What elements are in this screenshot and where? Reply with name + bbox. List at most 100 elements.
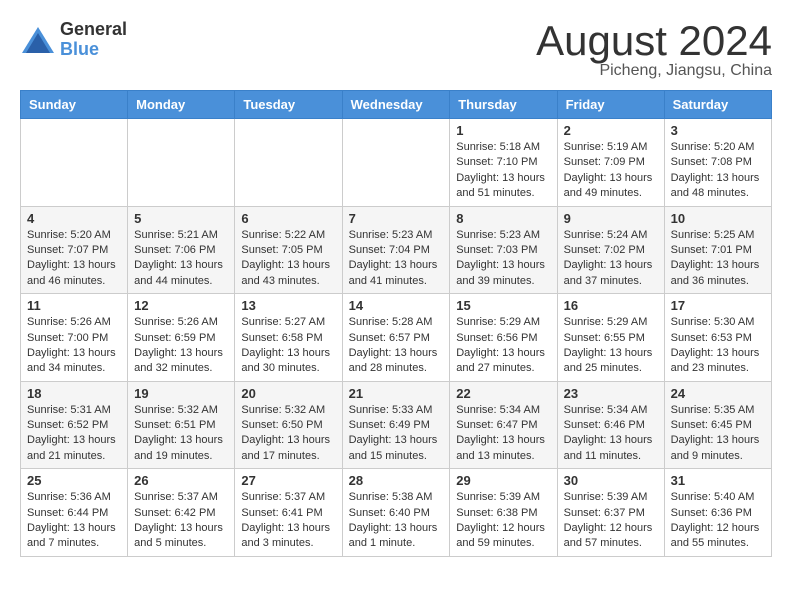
day-content: Sunrise: 5:37 AMSunset: 6:41 PMDaylight:… xyxy=(241,490,335,552)
logo-blue-text: Blue xyxy=(60,40,127,60)
day-content: Sunrise: 5:39 AMSunset: 6:37 PMDaylight:… xyxy=(564,490,658,552)
day-content: Sunrise: 5:28 AMSunset: 6:57 PMDaylight:… xyxy=(349,315,444,377)
day-number: 17 xyxy=(671,298,765,313)
day-number: 5 xyxy=(134,211,228,226)
day-content: Sunrise: 5:19 AMSunset: 7:09 PMDaylight:… xyxy=(564,140,658,202)
calendar-cell: 25 Sunrise: 5:36 AMSunset: 6:44 PMDayligh… xyxy=(21,469,128,557)
day-content: Sunrise: 5:38 AMSunset: 6:40 PMDaylight:… xyxy=(349,490,444,552)
day-number: 1 xyxy=(456,123,550,138)
day-number: 16 xyxy=(564,298,658,313)
day-content: Sunrise: 5:34 AMSunset: 6:46 PMDaylight:… xyxy=(564,403,658,465)
day-number: 31 xyxy=(671,473,765,488)
calendar-cell: 13 Sunrise: 5:27 AMSunset: 6:58 PMDayligh… xyxy=(235,294,342,382)
day-number: 19 xyxy=(134,386,228,401)
calendar-cell xyxy=(128,119,235,207)
calendar-cell: 16 Sunrise: 5:29 AMSunset: 6:55 PMDayligh… xyxy=(557,294,664,382)
day-number: 10 xyxy=(671,211,765,226)
weekday-header-wednesday: Wednesday xyxy=(342,91,450,119)
calendar-cell xyxy=(235,119,342,207)
day-content: Sunrise: 5:30 AMSunset: 6:53 PMDaylight:… xyxy=(671,315,765,377)
calendar-cell: 14 Sunrise: 5:28 AMSunset: 6:57 PMDayligh… xyxy=(342,294,450,382)
calendar-cell: 15 Sunrise: 5:29 AMSunset: 6:56 PMDayligh… xyxy=(450,294,557,382)
day-content: Sunrise: 5:40 AMSunset: 6:36 PMDaylight:… xyxy=(671,490,765,552)
day-number: 22 xyxy=(456,386,550,401)
calendar-cell: 30 Sunrise: 5:39 AMSunset: 6:37 PMDayligh… xyxy=(557,469,664,557)
day-number: 15 xyxy=(456,298,550,313)
day-content: Sunrise: 5:33 AMSunset: 6:49 PMDaylight:… xyxy=(349,403,444,465)
day-content: Sunrise: 5:25 AMSunset: 7:01 PMDaylight:… xyxy=(671,228,765,290)
day-content: Sunrise: 5:24 AMSunset: 7:02 PMDaylight:… xyxy=(564,228,658,290)
day-content: Sunrise: 5:32 AMSunset: 6:51 PMDaylight:… xyxy=(134,403,228,465)
weekday-header-monday: Monday xyxy=(128,91,235,119)
calendar-week-2: 4 Sunrise: 5:20 AMSunset: 7:07 PMDaylight… xyxy=(21,206,772,294)
calendar-cell: 8 Sunrise: 5:23 AMSunset: 7:03 PMDaylight… xyxy=(450,206,557,294)
calendar-table: SundayMondayTuesdayWednesdayThursdayFrid… xyxy=(20,90,772,557)
location: Picheng, Jiangsu, China xyxy=(536,62,772,80)
day-content: Sunrise: 5:18 AMSunset: 7:10 PMDaylight:… xyxy=(456,140,550,202)
day-number: 18 xyxy=(27,386,121,401)
calendar-cell: 19 Sunrise: 5:32 AMSunset: 6:51 PMDayligh… xyxy=(128,381,235,469)
day-content: Sunrise: 5:31 AMSunset: 6:52 PMDaylight:… xyxy=(27,403,121,465)
calendar-cell: 1 Sunrise: 5:18 AMSunset: 7:10 PMDaylight… xyxy=(450,119,557,207)
day-content: Sunrise: 5:20 AMSunset: 7:07 PMDaylight:… xyxy=(27,228,121,290)
day-content: Sunrise: 5:29 AMSunset: 6:56 PMDaylight:… xyxy=(456,315,550,377)
calendar-cell: 7 Sunrise: 5:23 AMSunset: 7:04 PMDaylight… xyxy=(342,206,450,294)
day-number: 9 xyxy=(564,211,658,226)
day-content: Sunrise: 5:23 AMSunset: 7:04 PMDaylight:… xyxy=(349,228,444,290)
calendar-week-1: 1 Sunrise: 5:18 AMSunset: 7:10 PMDaylight… xyxy=(21,119,772,207)
month-title: August 2024 xyxy=(536,20,772,62)
day-number: 24 xyxy=(671,386,765,401)
calendar-cell: 17 Sunrise: 5:30 AMSunset: 6:53 PMDayligh… xyxy=(664,294,771,382)
logo: General Blue xyxy=(20,20,127,60)
calendar-cell: 22 Sunrise: 5:34 AMSunset: 6:47 PMDayligh… xyxy=(450,381,557,469)
logo-icon xyxy=(20,25,56,55)
calendar-cell: 11Sunrise: 5:26 AMSunset: 7:00 PMDayligh… xyxy=(21,294,128,382)
day-number: 11 xyxy=(27,298,121,313)
weekday-header-friday: Friday xyxy=(557,91,664,119)
calendar-cell: 5Sunrise: 5:21 AMSunset: 7:06 PMDaylight… xyxy=(128,206,235,294)
day-number: 23 xyxy=(564,386,658,401)
day-content: Sunrise: 5:23 AMSunset: 7:03 PMDaylight:… xyxy=(456,228,550,290)
weekday-header-sunday: Sunday xyxy=(21,91,128,119)
calendar-cell: 28 Sunrise: 5:38 AMSunset: 6:40 PMDayligh… xyxy=(342,469,450,557)
calendar-cell xyxy=(342,119,450,207)
calendar-cell: 3 Sunrise: 5:20 AMSunset: 7:08 PMDaylight… xyxy=(664,119,771,207)
day-number: 30 xyxy=(564,473,658,488)
day-content: Sunrise: 5:27 AMSunset: 6:58 PMDaylight:… xyxy=(241,315,335,377)
day-number: 28 xyxy=(349,473,444,488)
day-number: 14 xyxy=(349,298,444,313)
day-number: 6 xyxy=(241,211,335,226)
logo-general-text: General xyxy=(60,20,127,40)
calendar-week-5: 25 Sunrise: 5:36 AMSunset: 6:44 PMDayligh… xyxy=(21,469,772,557)
calendar-week-4: 18 Sunrise: 5:31 AMSunset: 6:52 PMDayligh… xyxy=(21,381,772,469)
calendar-cell: 24 Sunrise: 5:35 AMSunset: 6:45 PMDayligh… xyxy=(664,381,771,469)
day-number: 13 xyxy=(241,298,335,313)
logo-text: General Blue xyxy=(60,20,127,60)
day-number: 4 xyxy=(27,211,121,226)
day-content: Sunrise: 5:20 AMSunset: 7:08 PMDaylight:… xyxy=(671,140,765,202)
calendar-week-3: 11Sunrise: 5:26 AMSunset: 7:00 PMDayligh… xyxy=(21,294,772,382)
day-number: 3 xyxy=(671,123,765,138)
day-number: 27 xyxy=(241,473,335,488)
calendar-cell: 31 Sunrise: 5:40 AMSunset: 6:36 PMDayligh… xyxy=(664,469,771,557)
day-content: Sunrise: 5:29 AMSunset: 6:55 PMDaylight:… xyxy=(564,315,658,377)
calendar-cell: 2 Sunrise: 5:19 AMSunset: 7:09 PMDaylight… xyxy=(557,119,664,207)
day-content: Sunrise: 5:37 AMSunset: 6:42 PMDaylight:… xyxy=(134,490,228,552)
day-content: Sunrise: 5:39 AMSunset: 6:38 PMDaylight:… xyxy=(456,490,550,552)
calendar-cell xyxy=(21,119,128,207)
day-number: 8 xyxy=(456,211,550,226)
calendar-cell: 27 Sunrise: 5:37 AMSunset: 6:41 PMDayligh… xyxy=(235,469,342,557)
day-number: 2 xyxy=(564,123,658,138)
calendar-cell: 29Sunrise: 5:39 AMSunset: 6:38 PMDayligh… xyxy=(450,469,557,557)
calendar-cell: 26 Sunrise: 5:37 AMSunset: 6:42 PMDayligh… xyxy=(128,469,235,557)
day-content: Sunrise: 5:36 AMSunset: 6:44 PMDaylight:… xyxy=(27,490,121,552)
day-content: Sunrise: 5:34 AMSunset: 6:47 PMDaylight:… xyxy=(456,403,550,465)
calendar-cell: 10 Sunrise: 5:25 AMSunset: 7:01 PMDayligh… xyxy=(664,206,771,294)
weekday-header-tuesday: Tuesday xyxy=(235,91,342,119)
day-content: Sunrise: 5:35 AMSunset: 6:45 PMDaylight:… xyxy=(671,403,765,465)
calendar-cell: 23 Sunrise: 5:34 AMSunset: 6:46 PMDayligh… xyxy=(557,381,664,469)
day-number: 7 xyxy=(349,211,444,226)
calendar-cell: 9 Sunrise: 5:24 AMSunset: 7:02 PMDaylight… xyxy=(557,206,664,294)
day-number: 25 xyxy=(27,473,121,488)
day-number: 26 xyxy=(134,473,228,488)
